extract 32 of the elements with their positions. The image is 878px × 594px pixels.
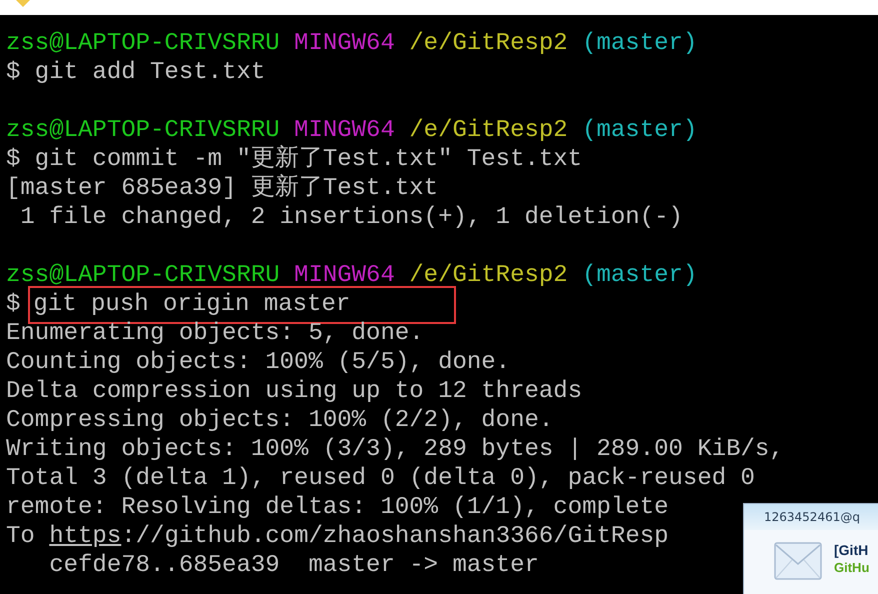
envelope-icon — [774, 542, 822, 580]
prompt-path: /e/GitResp2 — [409, 117, 568, 144]
prompt-user: zss@LAPTOP-CRIVSRRU — [6, 262, 280, 289]
terminal-text: cefde78..685ea39 master -> master — [48, 552, 539, 579]
terminal-text: $ git commit -m "更新了Test.txt" Test.txt — [6, 146, 582, 173]
terminal-text: Counting objects: 100% (5/5), done. — [6, 349, 510, 376]
terminal-text: To — [6, 523, 36, 550]
terminal-text: 1 file changed, 2 insertions(+), 1 deletion(-) — [19, 204, 683, 231]
notification-source: GitHu — [834, 560, 870, 575]
terminal-text: ://github.com/zhaoshanshan3366/GitResp — [121, 523, 669, 550]
terminal-link[interactable]: https — [49, 523, 122, 550]
prompt-branch: (master) — [582, 117, 698, 144]
prompt-user: zss@LAPTOP-CRIVSRRU — [6, 117, 280, 144]
notification-popup[interactable]: 1263452461@q [GitH GitHu — [743, 503, 878, 594]
prompt-path: /e/GitResp2 — [409, 30, 568, 57]
prompt-user: zss@LAPTOP-CRIVSRRU — [6, 30, 280, 57]
prompt-path: /e/GitResp2 — [409, 262, 568, 289]
terminal-text: Total 3 (delta 1), reused 0 (delta 0), pack-reused 0 — [6, 465, 755, 492]
prompt-branch: (master) — [582, 30, 698, 57]
prompt-system: MINGW64 — [294, 30, 395, 57]
prompt-system: MINGW64 — [294, 117, 395, 144]
terminal-text: Writing objects: 100% (3/3), 289 bytes | 289.00 KiB/s, — [6, 436, 784, 463]
terminal-text: $ — [6, 291, 20, 318]
terminal-text: Compressing objects: 100% (2/2), done. — [6, 407, 554, 434]
terminal-text: remote: Resolving deltas: 100% (1/1), complete — [6, 494, 669, 521]
notification-sender: 1263452461@q — [764, 510, 860, 524]
terminal-text: [master 685ea39] 更新了Test.txt — [6, 175, 438, 202]
terminal-text: Delta compression using up to 12 threads — [6, 378, 582, 405]
prompt-system: MINGW64 — [294, 262, 395, 289]
prompt-branch: (master) — [582, 262, 698, 289]
notification-title: [GitH — [834, 542, 870, 558]
terminal-text: $ git add Test.txt — [6, 59, 266, 86]
